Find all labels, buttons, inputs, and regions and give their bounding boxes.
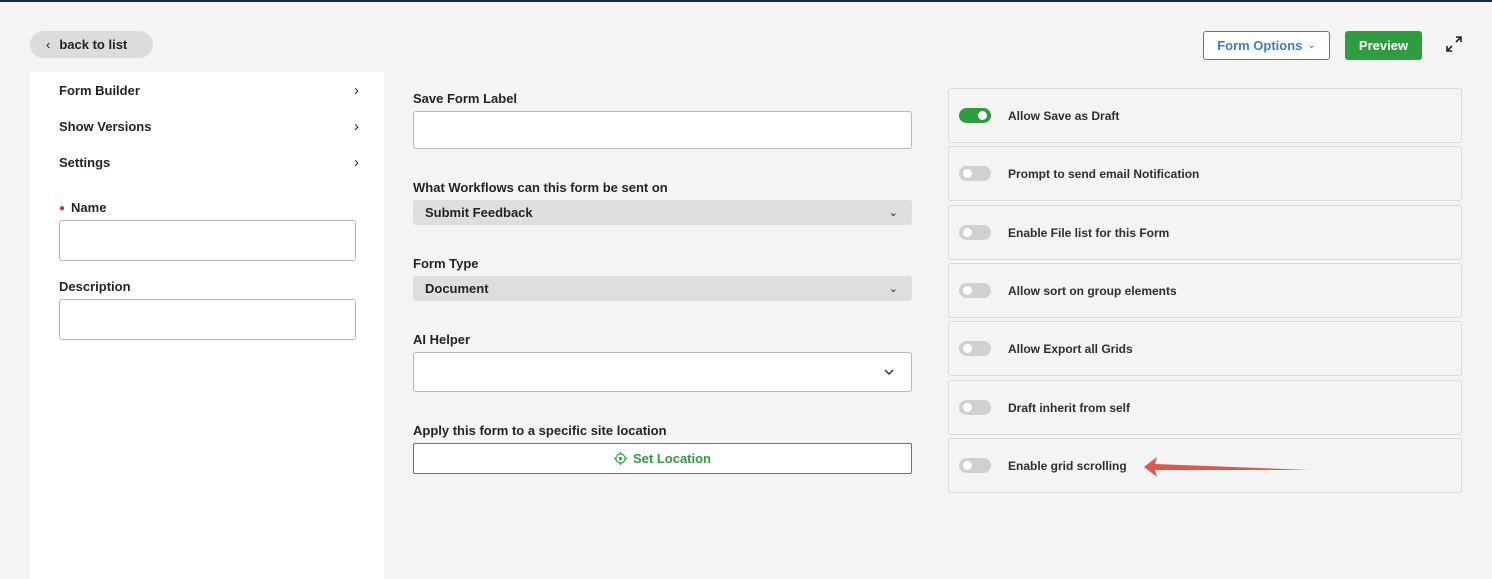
required-dot-icon: ● [59,203,66,214]
chevron-down-icon: ⌄ [1307,40,1316,51]
nav-item-label: Form Builder [59,82,140,98]
chevron-right-icon: › [354,81,359,99]
crosshair-icon [613,452,627,465]
option-label: Prompt to send email Notification [1008,166,1200,181]
allow-save-draft-toggle[interactable] [959,108,991,123]
file-list-toggle[interactable] [959,225,991,240]
option-row-file-list: Enable File list for this Form [948,205,1462,260]
nav-item-show-versions[interactable]: Show Versions › [59,116,359,136]
prompt-email-toggle[interactable] [959,166,991,181]
form-type-select[interactable]: Document ⌄ [413,276,912,301]
description-field-label: Description [59,279,131,294]
option-label: Draft inherit from self [1008,400,1131,415]
draft-inherit-toggle[interactable] [959,400,991,415]
option-label: Allow Save as Draft [1008,108,1120,123]
sort-group-toggle[interactable] [959,283,991,298]
form-options-label: Form Options [1217,38,1303,53]
option-row-prompt-email: Prompt to send email Notification [948,146,1462,201]
top-border [0,0,1492,2]
workflows-select[interactable]: Submit Feedback ⌄ [413,200,912,225]
left-panel: Form Builder › Show Versions › Settings … [30,72,384,579]
save-form-label-input[interactable] [413,111,912,149]
chevron-down-icon: ⌄ [888,207,898,219]
name-input[interactable] [59,220,356,261]
option-row-sort-group: Allow sort on group elements [948,263,1462,318]
option-label: Allow sort on group elements [1008,283,1177,298]
form-type-label: Form Type [413,256,479,271]
annotation-arrow-icon [1144,457,1309,477]
description-input[interactable] [59,299,356,340]
back-to-list-label: back to list [59,37,128,52]
expand-icon[interactable] [1444,34,1464,54]
workflows-label: What Workflows can this form be sent on [413,180,668,195]
option-row-export-grids: Allow Export all Grids [948,321,1462,376]
export-grids-toggle[interactable] [959,341,991,356]
option-label: Enable File list for this Form [1008,225,1170,240]
grid-scrolling-toggle[interactable] [959,458,991,473]
save-form-label-heading: Save Form Label [413,91,518,106]
option-row-draft-inherit: Draft inherit from self [948,380,1462,435]
nav-item-label: Show Versions [59,118,152,134]
name-field-label: ● Name [59,200,107,215]
workflows-value: Submit Feedback [425,205,533,220]
chevron-right-icon: › [354,117,359,135]
option-row-allow-save-as-draft: Allow Save as Draft [948,88,1462,143]
nav-item-settings[interactable]: Settings › [59,152,359,172]
ai-helper-select[interactable] [413,352,912,392]
chevron-left-icon: ‹ [46,37,51,52]
preview-label: Preview [1358,38,1409,53]
set-location-label: Set Location [632,451,711,466]
set-location-button[interactable]: Set Location [413,443,912,474]
chevron-down-icon [884,369,894,376]
back-to-list-button[interactable]: ‹ back to list [30,31,153,58]
chevron-down-icon: ⌄ [888,283,898,295]
ai-helper-label: AI Helper [413,332,471,347]
nav-item-label: Settings [59,154,111,170]
form-type-value: Document [425,281,489,296]
preview-button[interactable]: Preview [1345,31,1422,60]
chevron-right-icon: › [354,153,359,171]
site-location-label: Apply this form to a specific site locat… [413,423,667,438]
option-label: Enable grid scrolling [1008,458,1127,473]
option-label: Allow Export all Grids [1008,341,1133,356]
nav-item-form-builder[interactable]: Form Builder › [59,80,359,100]
form-options-button[interactable]: Form Options ⌄ [1203,31,1330,60]
